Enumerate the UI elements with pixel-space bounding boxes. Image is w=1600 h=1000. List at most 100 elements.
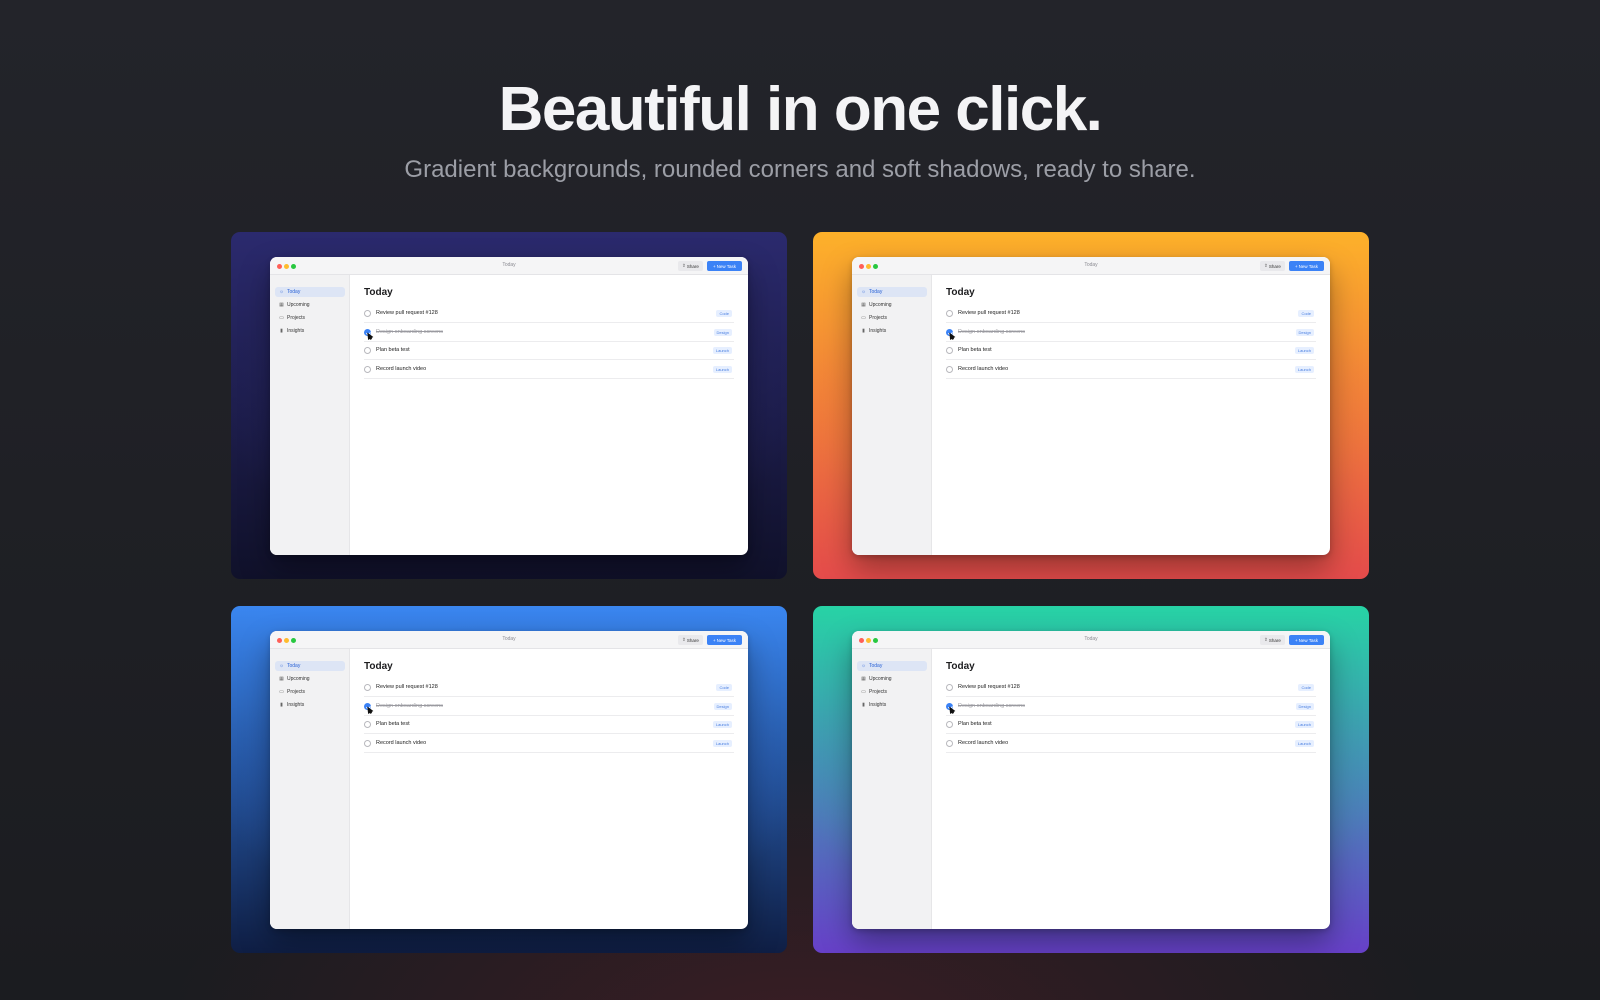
- task-title: Design onboarding screens: [958, 703, 1025, 709]
- task-row[interactable]: Review pull request #128 Code: [946, 679, 1316, 697]
- task-tag: Code: [716, 310, 732, 317]
- plus-icon: +: [712, 637, 716, 643]
- new-task-label: New Task: [1298, 263, 1319, 269]
- sidebar-item-insights[interactable]: ▮ Insights: [857, 326, 927, 336]
- sidebar-item-today[interactable]: ☼ Today: [857, 287, 927, 297]
- task-row[interactable]: Plan beta test Launch: [946, 342, 1316, 360]
- task-checkbox[interactable]: [364, 310, 371, 317]
- task-checkbox[interactable]: [946, 721, 953, 728]
- window-title: Today: [1084, 262, 1098, 268]
- task-tag: Launch: [712, 740, 732, 747]
- task-checkbox[interactable]: [946, 684, 953, 691]
- task-title: Plan beta test: [958, 721, 992, 727]
- task-tag: Code: [1298, 684, 1314, 691]
- task-tag: Code: [716, 684, 732, 691]
- sidebar-item-upcoming[interactable]: ▦ Upcoming: [857, 300, 927, 310]
- task-checkbox[interactable]: [364, 684, 371, 691]
- task-row[interactable]: Design onboarding screens Design: [364, 324, 734, 342]
- task-checkbox[interactable]: [946, 740, 953, 747]
- task-checkbox[interactable]: [364, 721, 371, 728]
- sidebar-item-projects[interactable]: ▭ Projects: [857, 313, 927, 323]
- sidebar-item-projects[interactable]: ▭ Projects: [857, 687, 927, 697]
- new-task-button[interactable]: + New Task: [1289, 635, 1324, 645]
- share-icon: ⇪: [1264, 263, 1268, 268]
- task-tag: Launch: [712, 347, 732, 354]
- task-row[interactable]: Review pull request #128 Code: [946, 305, 1316, 323]
- task-row[interactable]: Plan beta test Launch: [946, 716, 1316, 734]
- task-title: Review pull request #128: [958, 684, 1020, 690]
- task-checkbox[interactable]: [364, 740, 371, 747]
- sidebar-item-insights[interactable]: ▮ Insights: [857, 700, 927, 710]
- task-checkbox[interactable]: [364, 347, 371, 354]
- chart-icon: ▮: [862, 328, 865, 334]
- sidebar-item-label: Projects: [869, 689, 888, 695]
- task-tag: Launch: [1294, 366, 1314, 373]
- share-button[interactable]: ⇪ Share: [1260, 261, 1285, 271]
- sidebar-item-upcoming[interactable]: ▦ Upcoming: [857, 674, 927, 684]
- task-row[interactable]: Design onboarding screens Design: [946, 324, 1316, 342]
- sidebar-item-projects[interactable]: ▭ Projects: [275, 313, 345, 323]
- title-bar: Today ⇪ Share + New Task: [270, 257, 748, 275]
- new-task-button[interactable]: + New Task: [707, 261, 742, 271]
- sidebar-item-upcoming[interactable]: ▦ Upcoming: [275, 674, 345, 684]
- task-checkbox[interactable]: [946, 310, 953, 317]
- new-task-button[interactable]: + New Task: [1289, 261, 1324, 271]
- task-tag: Launch: [712, 721, 732, 728]
- task-row[interactable]: Design onboarding screens Design: [364, 698, 734, 716]
- folder-icon: ▭: [861, 315, 866, 321]
- new-task-label: New Task: [716, 637, 737, 643]
- preview-card-2[interactable]: Today ⇪ Share + New Task ☼ Today ▦ Upcom…: [813, 232, 1369, 579]
- task-row[interactable]: Review pull request #128 Code: [364, 679, 734, 697]
- sidebar-item-label: Projects: [287, 689, 306, 695]
- sidebar-item-projects[interactable]: ▭ Projects: [275, 687, 345, 697]
- sidebar-item-today[interactable]: ☼ Today: [275, 661, 345, 671]
- task-tag: Launch: [1294, 721, 1314, 728]
- task-title: Design onboarding screens: [376, 329, 443, 335]
- folder-icon: ▭: [279, 689, 284, 695]
- sidebar-item-today[interactable]: ☼ Today: [857, 661, 927, 671]
- task-title: Record launch video: [958, 366, 1009, 372]
- calendar-icon: ▦: [861, 676, 866, 682]
- task-checkbox[interactable]: [946, 347, 953, 354]
- preview-card-1[interactable]: Today ⇪ Share + New Task ☼ Today ▦ Upcom…: [231, 232, 787, 579]
- task-row[interactable]: Record launch video Launch: [364, 361, 734, 379]
- plus-icon: +: [712, 263, 716, 269]
- task-checkbox[interactable]: [364, 366, 371, 373]
- task-row[interactable]: Plan beta test Launch: [364, 342, 734, 360]
- share-label: Share: [1268, 263, 1281, 269]
- preview-card-4[interactable]: Today ⇪ Share + New Task ☼ Today ▦ Upcom…: [813, 606, 1369, 953]
- chart-icon: ▮: [280, 328, 283, 334]
- share-button[interactable]: ⇪ Share: [1260, 635, 1285, 645]
- task-row[interactable]: Plan beta test Launch: [364, 716, 734, 734]
- share-button[interactable]: ⇪ Share: [678, 261, 703, 271]
- task-row[interactable]: Record launch video Launch: [364, 735, 734, 753]
- sun-icon: ☼: [861, 663, 866, 669]
- task-tag: Design: [1295, 329, 1314, 336]
- sidebar-item-insights[interactable]: ▮ Insights: [275, 326, 345, 336]
- sidebar-item-insights[interactable]: ▮ Insights: [275, 700, 345, 710]
- sidebar-item-label: Upcoming: [287, 302, 310, 308]
- task-tag: Launch: [1294, 347, 1314, 354]
- task-title: Record launch video: [958, 740, 1009, 746]
- chart-icon: ▮: [280, 702, 283, 708]
- task-row[interactable]: Review pull request #128 Code: [364, 305, 734, 323]
- new-task-button[interactable]: + New Task: [707, 635, 742, 645]
- task-row[interactable]: Design onboarding screens Design: [946, 698, 1316, 716]
- share-button[interactable]: ⇪ Share: [678, 635, 703, 645]
- task-row[interactable]: Record launch video Launch: [946, 361, 1316, 379]
- task-tag: Launch: [712, 366, 732, 373]
- task-title: Review pull request #128: [376, 310, 438, 316]
- task-row[interactable]: Record launch video Launch: [946, 735, 1316, 753]
- sidebar-item-upcoming[interactable]: ▦ Upcoming: [275, 300, 345, 310]
- sidebar-item-today[interactable]: ☼ Today: [275, 287, 345, 297]
- sidebar: ☼ Today ▦ Upcoming ▭ Projects ▮ Insights: [270, 649, 350, 929]
- sidebar-item-label: Insights: [287, 328, 305, 334]
- task-title: Plan beta test: [958, 347, 992, 353]
- preview-card-3[interactable]: Today ⇪ Share + New Task ☼ Today ▦ Upcom…: [231, 606, 787, 953]
- sun-icon: ☼: [861, 289, 866, 295]
- plus-icon: +: [1294, 637, 1298, 643]
- folder-icon: ▭: [279, 315, 284, 321]
- task-tag: Design: [713, 703, 732, 710]
- app-window: Today ⇪ Share + New Task ☼ Today ▦ Upcom…: [270, 257, 748, 555]
- task-checkbox[interactable]: [946, 366, 953, 373]
